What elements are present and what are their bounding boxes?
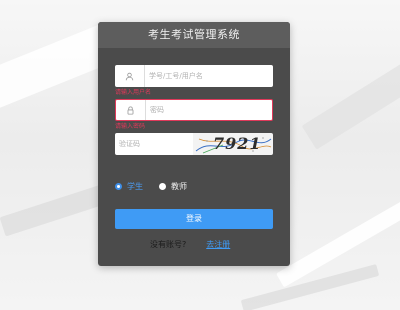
radio-checked-icon[interactable]	[115, 182, 122, 190]
captcha-code: 7921	[213, 134, 262, 153]
captcha-field[interactable]	[115, 133, 193, 155]
username-input[interactable]	[149, 65, 267, 87]
captcha-input[interactable]	[119, 133, 189, 155]
username-field[interactable]	[115, 65, 273, 87]
role-option-teacher[interactable]: 教师	[159, 180, 187, 192]
background-shape	[276, 198, 400, 288]
background-shape	[301, 62, 400, 150]
register-prompt: 没有账号?	[150, 240, 187, 249]
radio-unchecked-icon[interactable]	[159, 182, 166, 190]
user-icon	[115, 65, 145, 87]
role-option-student[interactable]: 学生	[115, 180, 143, 192]
password-input[interactable]	[150, 100, 268, 120]
background-shape	[240, 264, 380, 310]
login-button[interactable]: 登录	[115, 209, 273, 229]
captcha-image[interactable]: 7921	[193, 133, 273, 155]
register-row: 没有账号? 去注册	[150, 239, 230, 250]
role-label-teacher: 教师	[171, 181, 187, 191]
username-error: 请输入用户名	[115, 89, 152, 96]
role-label-student: 学生	[127, 181, 143, 191]
lock-icon	[116, 100, 146, 120]
register-link[interactable]: 去注册	[206, 239, 230, 250]
page-title: 考生考试管理系统	[98, 22, 290, 48]
password-field[interactable]	[115, 99, 273, 121]
background-shape	[0, 183, 111, 237]
password-error: 请输入密码	[115, 123, 146, 130]
